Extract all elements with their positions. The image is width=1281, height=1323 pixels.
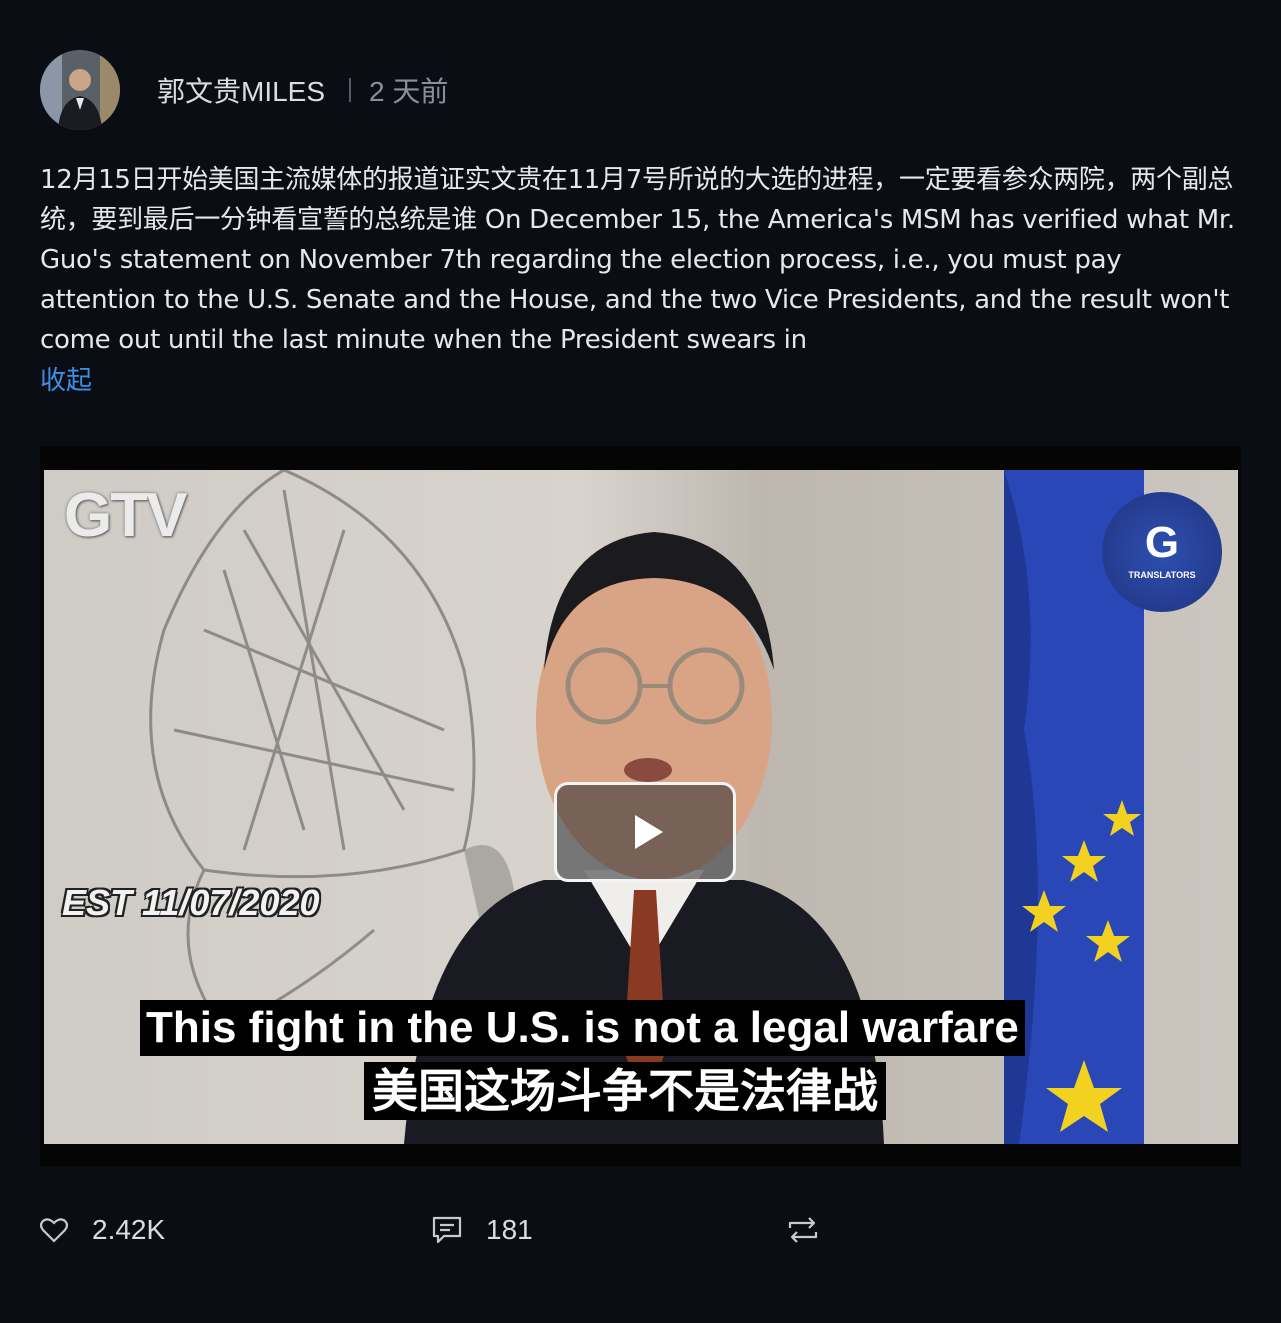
author-name[interactable]: 郭文贵MILES bbox=[157, 70, 325, 110]
date-overlay: EST 11/07/2020 bbox=[62, 882, 320, 923]
badge-text: TRANSLATORS bbox=[1128, 570, 1196, 580]
badge-letter: G bbox=[1144, 518, 1180, 567]
comment-count: 181 bbox=[486, 1214, 533, 1245]
repost-button[interactable] bbox=[788, 1208, 818, 1252]
like-count: 2.42K bbox=[92, 1214, 166, 1245]
post-text: 12月15日开始美国主流媒体的报道证实文贵在11月7号所说的大选的进程，一定要看… bbox=[40, 165, 1235, 355]
comment-button[interactable]: 181 bbox=[432, 1208, 533, 1252]
play-button[interactable] bbox=[554, 782, 736, 882]
gtv-logo: GTV bbox=[64, 481, 187, 550]
header-divider bbox=[349, 78, 352, 102]
repost-icon bbox=[788, 1217, 818, 1243]
avatar[interactable] bbox=[40, 50, 120, 130]
subtitle-english: This fight in the U.S. is not a legal wa… bbox=[140, 1000, 1025, 1056]
comment-icon bbox=[432, 1216, 462, 1244]
collapse-link[interactable]: 收起 bbox=[40, 360, 92, 400]
post-time: 2 天前 bbox=[369, 76, 449, 107]
post-card: 郭文贵MILES 2 天前 12月15日开始美国主流媒体的报道证实文贵在11月7… bbox=[0, 0, 1281, 1323]
video-frame: GTV EST 11/07/2020 G TRANSLATORS This fi… bbox=[44, 470, 1238, 1144]
translators-badge: G TRANSLATORS bbox=[1102, 492, 1222, 612]
action-bar: 2.42K 181 bbox=[40, 1208, 1240, 1252]
heart-icon bbox=[40, 1218, 68, 1243]
post-header: 郭文贵MILES 2 天前 bbox=[40, 50, 448, 130]
like-button[interactable]: 2.42K bbox=[40, 1208, 165, 1252]
video-player[interactable]: GTV EST 11/07/2020 G TRANSLATORS This fi… bbox=[40, 446, 1241, 1166]
subtitle-chinese: 美国这场斗争不是法律战 bbox=[364, 1062, 886, 1120]
play-icon bbox=[635, 815, 663, 849]
